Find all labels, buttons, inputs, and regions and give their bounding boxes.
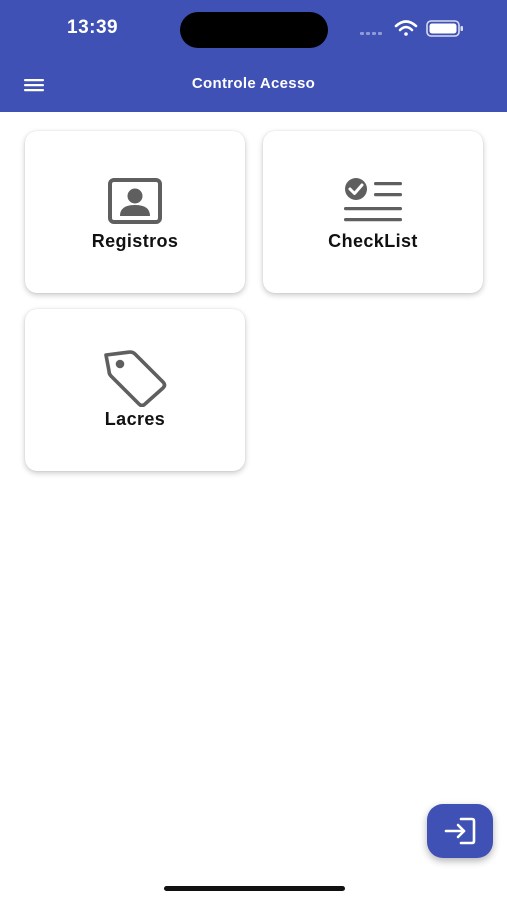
contact-card-icon	[25, 177, 245, 225]
tile-label-checklist: CheckList	[328, 231, 418, 251]
tile-registros[interactable]: Registros	[25, 131, 245, 293]
tile-checklist[interactable]: CheckList	[263, 131, 483, 293]
tile-label-registros: Registros	[91, 231, 179, 251]
status-time: 13:39	[67, 17, 119, 38]
tile-label-lacres: Lacres	[104, 409, 166, 429]
dynamic-island	[180, 12, 328, 48]
app-title: Controle Acesso	[191, 75, 316, 92]
login-icon	[444, 817, 476, 845]
tile-lacres[interactable]: Lacres	[25, 309, 245, 471]
status-icons	[360, 20, 463, 37]
battery-icon	[426, 20, 463, 37]
app-bar: 13:39 Controle Acesso	[0, 0, 507, 112]
signal-icon	[360, 32, 382, 35]
tag-icon	[25, 349, 245, 407]
checklist-icon	[263, 177, 483, 225]
wifi-icon	[394, 20, 418, 36]
home-indicator	[164, 886, 345, 891]
login-fab-button[interactable]	[427, 804, 493, 858]
